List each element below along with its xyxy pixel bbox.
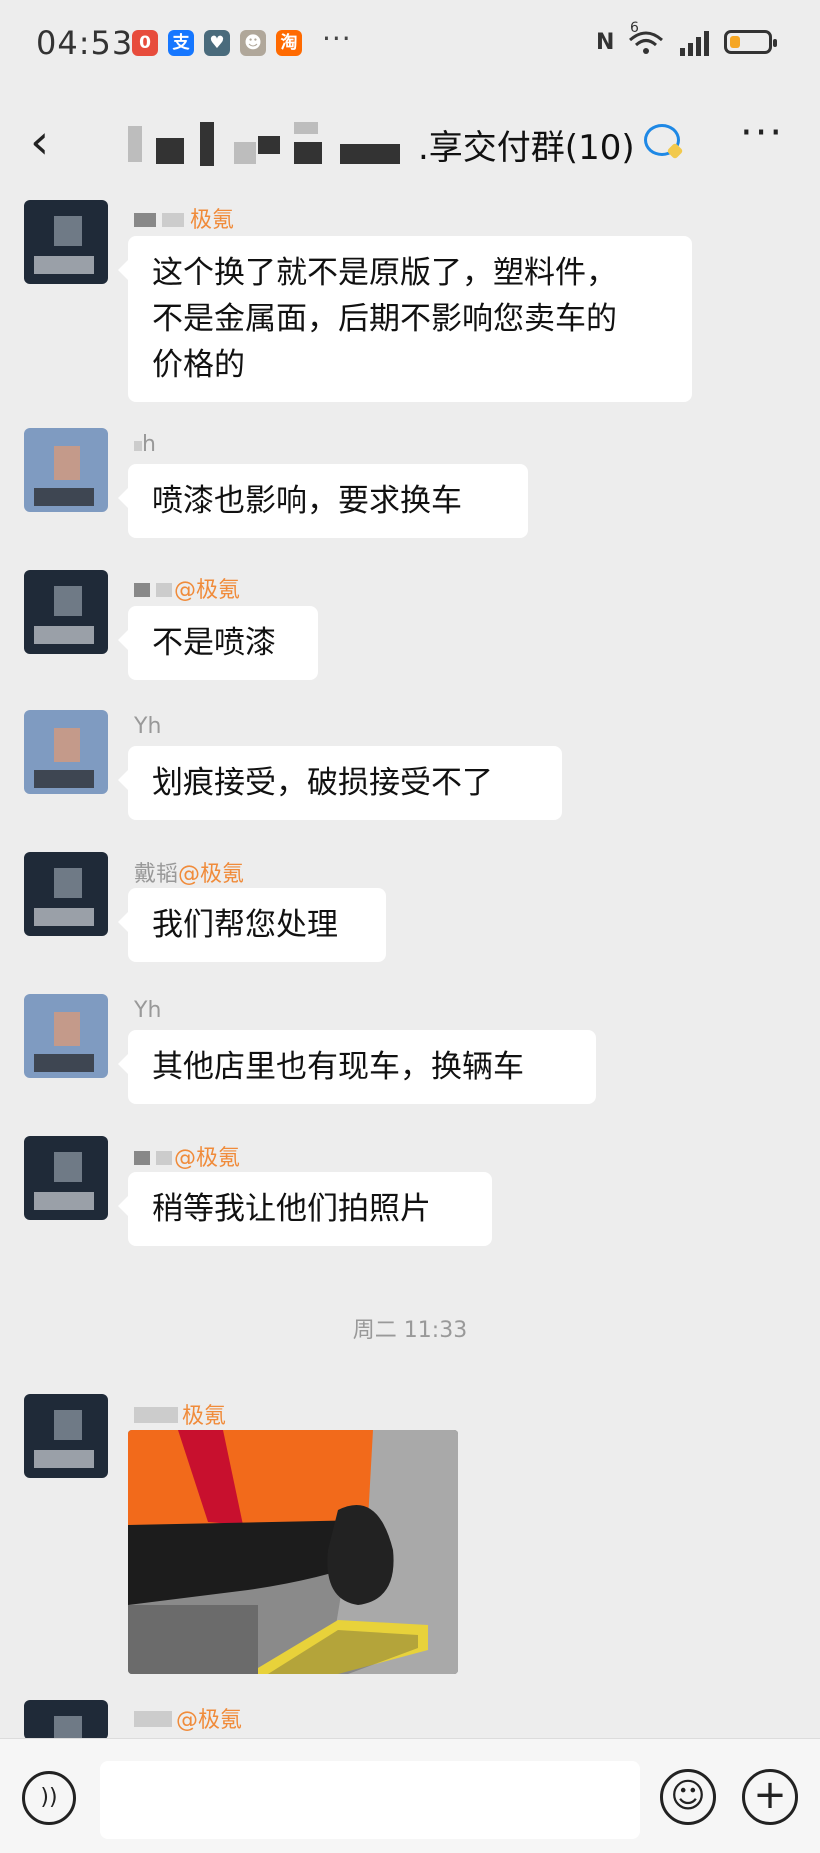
- message-bubble[interactable]: 我们帮您处理: [118, 888, 386, 962]
- more-options-icon[interactable]: ···: [740, 110, 784, 156]
- heart-app-icon: ♥: [204, 30, 230, 56]
- composer-bar: )) ☺ +: [0, 1738, 820, 1853]
- avatar[interactable]: [24, 852, 108, 936]
- avatar[interactable]: [24, 1700, 108, 1740]
- sender-name: 极氪: [134, 1398, 226, 1430]
- alipay-icon: 支: [168, 30, 194, 56]
- message-bubble[interactable]: 划痕接受，破损接受不了: [118, 746, 562, 820]
- sender-name: @极氪: [134, 1140, 240, 1172]
- battery-level: [730, 36, 740, 48]
- signal-icon: [678, 30, 714, 62]
- wifi-generation: 6: [630, 20, 639, 36]
- sender-name: @极氪: [134, 572, 240, 604]
- more-actions-icon[interactable]: +: [742, 1769, 798, 1825]
- sender-name: 极氪: [134, 202, 234, 234]
- message-bubble[interactable]: 这个换了就不是原版了，塑料件， 不是金属面，后期不影响您卖车的 价格的: [118, 236, 692, 402]
- message-bubble[interactable]: 喷漆也影响，要求换车: [118, 464, 528, 538]
- battery-icon: [724, 30, 777, 54]
- sender-name: @极氪: [134, 1702, 242, 1734]
- avatar[interactable]: [24, 710, 108, 794]
- sender-name: Yh: [134, 998, 162, 1023]
- more-notifications-icon: ···: [322, 22, 352, 55]
- avatar[interactable]: [24, 200, 108, 284]
- avatar[interactable]: [24, 1136, 108, 1220]
- avatar[interactable]: [24, 994, 108, 1078]
- message-input[interactable]: [100, 1761, 640, 1839]
- sender-name: 戴韬@极氪: [134, 862, 245, 887]
- message-bubble[interactable]: 稍等我让他们拍照片: [118, 1172, 492, 1246]
- avatar[interactable]: [24, 428, 108, 512]
- message-bubble[interactable]: 不是喷漆: [118, 606, 318, 680]
- status-bar: 04:53 0 支 ♥ ☻ 淘 ··· N 6: [0, 0, 820, 96]
- clock: 04:53: [36, 24, 134, 62]
- emoji-icon[interactable]: ☺: [660, 1769, 716, 1825]
- sender-name: Yh: [134, 714, 162, 739]
- nfc-icon: N: [596, 30, 615, 55]
- taobao-icon: 淘: [276, 30, 302, 56]
- voice-input-icon[interactable]: )): [22, 1771, 76, 1825]
- chat-header: ‹ .享交付群(10) ···: [0, 96, 820, 188]
- photo-message[interactable]: [128, 1430, 458, 1674]
- notify-red-icon: 0: [132, 30, 158, 56]
- timestamp: 周二 11:33: [352, 1318, 468, 1343]
- group-title: .享交付群(10): [418, 128, 635, 168]
- robot-app-icon: ☻: [240, 30, 266, 56]
- sender-name: h: [134, 432, 156, 457]
- back-icon[interactable]: ‹: [30, 114, 49, 170]
- avatar[interactable]: [24, 1394, 108, 1478]
- message-bubble[interactable]: 其他店里也有现车，换辆车: [118, 1030, 596, 1104]
- enterprise-chat-icon: [644, 124, 680, 156]
- avatar[interactable]: [24, 570, 108, 654]
